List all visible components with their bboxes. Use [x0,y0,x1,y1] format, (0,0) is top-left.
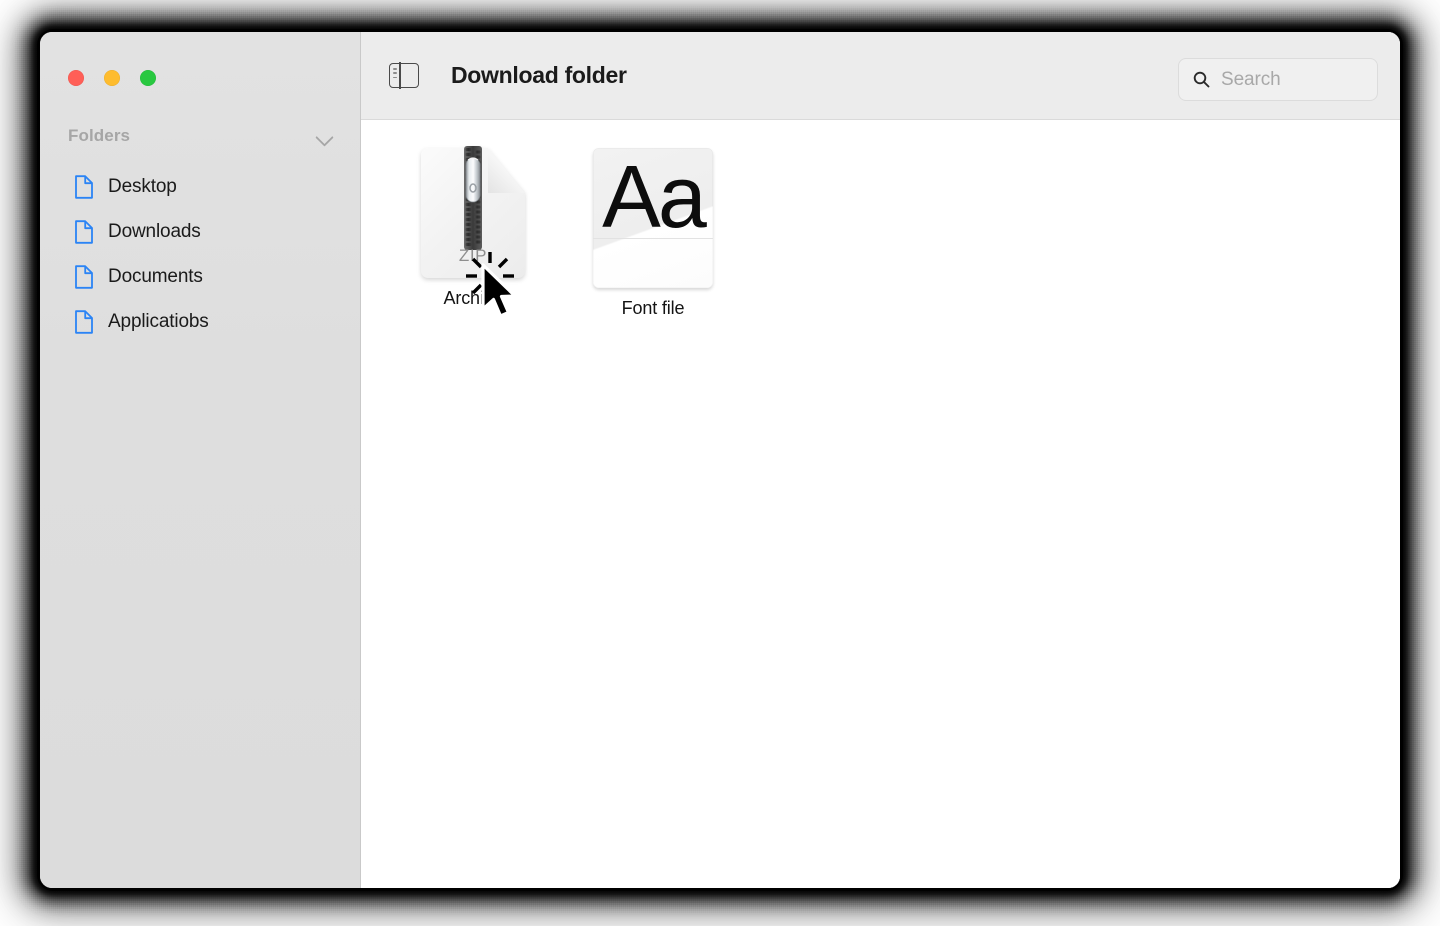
file-label: Font file [621,298,685,318]
zipper-icon [464,146,482,250]
close-button[interactable] [68,70,84,86]
page-title: Download folder [451,62,627,88]
sidebar-list: Desktop Downloads Documents Applicatiobs [68,164,338,344]
sidebar-item-desktop[interactable]: Desktop [68,164,338,209]
zip-badge-text: ZIP [458,246,488,265]
sidebar-item-downloads[interactable]: Downloads [68,209,338,254]
sidebar-item-label: Documents [108,265,203,287]
document-icon [75,264,93,289]
window-controls [68,70,156,86]
document-icon [75,174,93,199]
sidebar-item-label: Applicatiobs [108,310,209,332]
sidebar-item-applications[interactable]: Applicatiobs [68,299,338,344]
sidebar-item-label: Desktop [108,175,177,197]
toolbar: Download folder Search [361,32,1400,120]
sidebar-section-header[interactable]: Folders [68,126,333,146]
document-icon [75,219,93,244]
file-item-font-file[interactable]: Aa Font file [573,148,733,319]
file-browser-area[interactable]: ZIP Archive Aa Font file [361,120,1400,888]
document-icon [75,309,93,334]
chevron-down-icon[interactable] [315,131,333,142]
sidebar-item-documents[interactable]: Documents [68,254,338,299]
finder-window: Folders Desktop Downloads Documents Appl… [40,32,1400,888]
sidebar-toggle-lines [393,68,397,79]
screen: Folders Desktop Downloads Documents Appl… [0,0,1440,926]
zoom-button[interactable] [140,70,156,86]
file-label: Archive [443,288,503,308]
search-input[interactable]: Search [1178,58,1378,101]
file-item-archive[interactable]: ZIP Archive [393,146,553,309]
sidebar: Folders Desktop Downloads Documents Appl… [40,32,361,888]
zip-archive-icon[interactable]: ZIP [421,146,525,278]
sidebar-item-label: Downloads [108,220,201,242]
file-grid: ZIP Archive Aa Font file [393,146,1400,319]
content-column: Download folder Search ZIP Archive Aa Fo… [361,32,1400,888]
font-file-icon[interactable]: Aa [593,148,713,288]
sidebar-section-title: Folders [68,126,131,145]
search-icon [1193,71,1210,88]
search-placeholder: Search [1221,68,1281,90]
font-sample-text: Aa [602,148,707,246]
sidebar-toggle-icon[interactable] [389,62,419,89]
minimize-button[interactable] [104,70,120,86]
